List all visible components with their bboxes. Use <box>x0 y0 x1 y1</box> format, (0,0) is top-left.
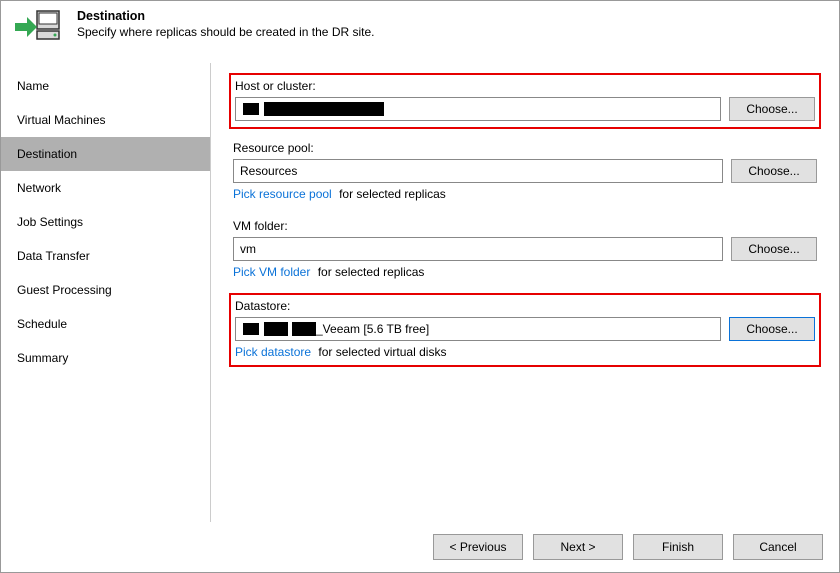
sidebar-item-name[interactable]: Name <box>1 69 210 103</box>
sidebar-item-summary[interactable]: Summary <box>1 341 210 375</box>
redacted-host-value <box>264 102 384 116</box>
wizard-footer: < Previous Next > Finish Cancel <box>1 522 839 572</box>
pick-datastore-tail: for selected virtual disks <box>318 345 446 359</box>
host-or-cluster-group: Host or cluster: Choose... <box>229 73 821 129</box>
wizard-header: Destination Specify where replicas shoul… <box>1 1 839 63</box>
previous-button[interactable]: < Previous <box>433 534 523 560</box>
pick-datastore-row: Pick datastore for selected virtual disk… <box>235 345 815 359</box>
vm-folder-value: vm <box>240 242 256 256</box>
redacted-datastore-prefix-2 <box>292 322 316 336</box>
choose-resource-pool-button[interactable]: Choose... <box>731 159 817 183</box>
destination-icon <box>13 9 61 52</box>
pick-resource-pool-tail: for selected replicas <box>339 187 446 201</box>
page-subtitle: Specify where replicas should be created… <box>77 25 375 39</box>
pick-vm-folder-tail: for selected replicas <box>318 265 425 279</box>
sidebar-item-job-settings[interactable]: Job Settings <box>1 205 210 239</box>
resource-pool-input[interactable]: Resources <box>233 159 723 183</box>
sidebar-item-guest-processing[interactable]: Guest Processing <box>1 273 210 307</box>
wizard-window: Destination Specify where replicas shoul… <box>0 0 840 573</box>
datastore-value: _Veeam [5.6 TB free] <box>316 322 429 336</box>
host-or-cluster-label: Host or cluster: <box>235 79 815 93</box>
next-button[interactable]: Next > <box>533 534 623 560</box>
pick-vm-folder-link[interactable]: Pick VM folder <box>233 265 310 279</box>
host-icon <box>242 102 260 116</box>
pick-resource-pool-link[interactable]: Pick resource pool <box>233 187 332 201</box>
pick-datastore-link[interactable]: Pick datastore <box>235 345 311 359</box>
wizard-content: Host or cluster: Choose... Resource pool… <box>211 63 839 522</box>
sidebar-item-virtual-machines[interactable]: Virtual Machines <box>1 103 210 137</box>
sidebar-item-data-transfer[interactable]: Data Transfer <box>1 239 210 273</box>
cancel-button[interactable]: Cancel <box>733 534 823 560</box>
resource-pool-value: Resources <box>240 164 297 178</box>
finish-button[interactable]: Finish <box>633 534 723 560</box>
vm-folder-group: VM folder: vm Choose... Pick VM folder f… <box>229 215 821 285</box>
sidebar-item-destination[interactable]: Destination <box>1 137 210 171</box>
wizard-steps-sidebar: Name Virtual Machines Destination Networ… <box>1 63 211 522</box>
redacted-datastore-prefix-1 <box>264 322 288 336</box>
resource-pool-group: Resource pool: Resources Choose... Pick … <box>229 137 821 207</box>
choose-datastore-button[interactable]: Choose... <box>729 317 815 341</box>
sidebar-item-network[interactable]: Network <box>1 171 210 205</box>
sidebar-item-schedule[interactable]: Schedule <box>1 307 210 341</box>
host-or-cluster-input[interactable] <box>235 97 721 121</box>
choose-host-button[interactable]: Choose... <box>729 97 815 121</box>
vm-folder-input[interactable]: vm <box>233 237 723 261</box>
datastore-icon <box>242 322 260 336</box>
resource-pool-label: Resource pool: <box>233 141 817 155</box>
datastore-input[interactable]: _Veeam [5.6 TB free] <box>235 317 721 341</box>
choose-vm-folder-button[interactable]: Choose... <box>731 237 817 261</box>
pick-resource-pool-row: Pick resource pool for selected replicas <box>233 187 817 201</box>
page-title: Destination <box>77 9 375 23</box>
datastore-label: Datastore: <box>235 299 815 313</box>
vm-folder-label: VM folder: <box>233 219 817 233</box>
datastore-group: Datastore: _Veeam [5.6 TB free] Choose..… <box>229 293 821 367</box>
pick-vm-folder-row: Pick VM folder for selected replicas <box>233 265 817 279</box>
